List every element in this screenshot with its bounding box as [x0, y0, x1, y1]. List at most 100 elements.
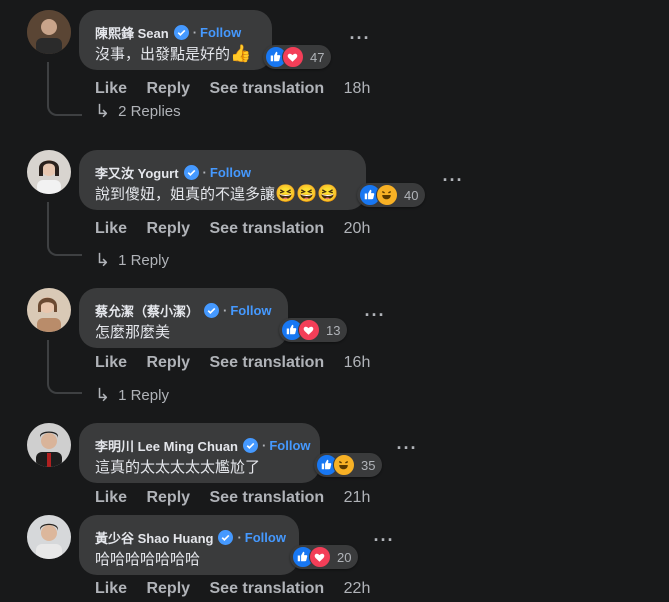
view-replies-link[interactable]: ↳ 1 Reply	[95, 250, 169, 271]
verified-badge-icon	[173, 25, 189, 40]
comment-text: 說到傻妞，姐真的不遑多讓😆😆😆	[95, 183, 339, 204]
comment-emoji: 😆😆😆	[275, 184, 339, 203]
avatar[interactable]	[27, 288, 71, 332]
avatar[interactable]	[27, 150, 71, 194]
timestamp[interactable]: 16h	[344, 354, 371, 371]
more-options-icon[interactable]: ···	[363, 306, 387, 333]
timestamp[interactable]: 21h	[344, 489, 371, 506]
replies-label: 1 Reply	[118, 252, 169, 269]
reaction-count: 13	[326, 322, 341, 338]
comment-bubble: 李又汝 Yogurt · Follow 說到傻妞，姐真的不遑多讓😆😆😆	[79, 150, 366, 210]
commenter-name[interactable]: 陳熙鋒 Sean	[95, 23, 169, 42]
verified-badge-icon	[218, 530, 234, 545]
like-button[interactable]: Like	[95, 354, 127, 371]
thread-line	[47, 62, 82, 116]
comment-actions: Like Reply See translation 18h	[95, 80, 385, 98]
comment: 陳熙鋒 Sean · Follow 沒事，出發點是好的👍 47 ··· Like…	[0, 0, 669, 135]
thread-line	[47, 202, 82, 256]
more-options-icon[interactable]: ···	[348, 29, 372, 56]
verified-badge-icon	[204, 303, 220, 318]
comment-text: 哈哈哈哈哈哈哈	[95, 548, 200, 569]
avatar[interactable]	[27, 515, 71, 559]
reply-arrow-icon: ↳	[95, 101, 111, 121]
follow-button[interactable]: Follow	[230, 303, 271, 318]
see-translation-link[interactable]: See translation	[210, 580, 325, 597]
comment-bubble: 黃少谷 Shao Huang · Follow 哈哈哈哈哈哈哈	[79, 515, 299, 575]
haha-icon	[333, 454, 355, 476]
separator-dot: ·	[262, 438, 267, 453]
comment-bubble: 陳熙鋒 Sean · Follow 沒事，出發點是好的👍	[79, 10, 272, 70]
reply-button[interactable]: Reply	[146, 580, 190, 597]
like-button[interactable]: Like	[95, 489, 127, 506]
view-replies-link[interactable]: ↳ 1 Reply	[95, 385, 169, 406]
reply-button[interactable]: Reply	[146, 80, 190, 97]
comment: 李又汝 Yogurt · Follow 說到傻妞，姐真的不遑多讓😆😆😆 40 ·…	[0, 140, 669, 275]
love-icon	[282, 46, 304, 68]
reply-arrow-icon: ↳	[95, 250, 111, 270]
comment-actions: Like Reply See translation 20h	[95, 220, 385, 238]
more-options-icon[interactable]: ···	[441, 171, 465, 198]
verified-badge-icon	[183, 165, 199, 180]
commenter-name[interactable]: 蔡允潔（蔡小潔）	[95, 301, 199, 320]
commenter-name[interactable]: 黃少谷 Shao Huang	[95, 528, 213, 547]
comment-emoji: 👍	[230, 44, 252, 63]
reaction-count: 40	[404, 187, 419, 203]
follow-button[interactable]: Follow	[210, 165, 251, 180]
comment-actions: Like Reply See translation 22h	[95, 580, 385, 598]
reply-arrow-icon: ↳	[95, 385, 111, 405]
separator-dot: ·	[223, 303, 228, 318]
comment-bubble: 李明川 Lee Ming Chuan · Follow 這真的太太太太太尷尬了	[79, 423, 320, 483]
love-icon	[298, 319, 320, 341]
commenter-name[interactable]: 李又汝 Yogurt	[95, 163, 179, 182]
avatar[interactable]	[27, 10, 71, 54]
separator-dot: ·	[202, 165, 207, 180]
comment-bubble: 蔡允潔（蔡小潔） · Follow 怎麼那麼美	[79, 288, 288, 348]
view-replies-link[interactable]: ↳ 2 Replies	[95, 101, 181, 122]
see-translation-link[interactable]: See translation	[210, 354, 325, 371]
follow-button[interactable]: Follow	[245, 530, 286, 545]
comment-text-body: 說到傻妞，姐真的不遑多讓	[95, 186, 276, 203]
replies-label: 1 Reply	[118, 387, 169, 404]
like-button[interactable]: Like	[95, 580, 127, 597]
see-translation-link[interactable]: See translation	[210, 220, 325, 237]
haha-icon	[376, 184, 398, 206]
like-button[interactable]: Like	[95, 80, 127, 97]
separator-dot: ·	[237, 530, 242, 545]
comment-actions: Like Reply See translation 16h	[95, 354, 385, 372]
like-button[interactable]: Like	[95, 220, 127, 237]
comment-text: 沒事，出發點是好的👍	[95, 43, 251, 64]
reaction-count: 47	[310, 49, 325, 65]
comment-text: 怎麼那麼美	[95, 321, 170, 342]
reaction-summary[interactable]: 40	[357, 183, 426, 207]
follow-button[interactable]: Follow	[200, 25, 241, 40]
more-options-icon[interactable]: ···	[395, 439, 419, 466]
more-options-icon[interactable]: ···	[372, 531, 396, 558]
follow-button[interactable]: Follow	[269, 438, 310, 453]
timestamp[interactable]: 18h	[344, 80, 371, 97]
reaction-summary[interactable]: 47	[263, 45, 332, 69]
comment: 黃少谷 Shao Huang · Follow 哈哈哈哈哈哈哈 20 ··· L…	[0, 505, 669, 602]
reaction-count: 20	[337, 549, 352, 565]
timestamp[interactable]: 22h	[344, 580, 371, 597]
see-translation-link[interactable]: See translation	[210, 489, 325, 506]
reaction-summary[interactable]: 35	[314, 453, 383, 477]
comment-text-body: 哈哈哈哈哈哈哈	[95, 551, 201, 568]
replies-label: 2 Replies	[118, 103, 181, 120]
see-translation-link[interactable]: See translation	[210, 80, 325, 97]
commenter-name[interactable]: 李明川 Lee Ming Chuan	[95, 436, 238, 455]
thread-line	[47, 340, 82, 394]
separator-dot: ·	[192, 25, 198, 40]
timestamp[interactable]: 20h	[344, 220, 371, 237]
comment-text-body: 怎麼那麼美	[95, 324, 171, 341]
reply-button[interactable]: Reply	[146, 489, 190, 506]
comment-text-body: 沒事，出發點是好的	[95, 46, 231, 63]
comment-text-body: 這真的太太太太太尷尬了	[95, 459, 261, 476]
comment: 蔡允潔（蔡小潔） · Follow 怎麼那麼美 13 ··· Like Repl…	[0, 278, 669, 413]
reply-button[interactable]: Reply	[146, 220, 190, 237]
reaction-summary[interactable]: 20	[290, 545, 359, 569]
verified-badge-icon	[243, 438, 259, 453]
reply-button[interactable]: Reply	[146, 354, 190, 371]
avatar[interactable]	[27, 423, 71, 467]
reaction-summary[interactable]: 13	[279, 318, 348, 342]
comment-text: 這真的太太太太太尷尬了	[95, 456, 260, 477]
